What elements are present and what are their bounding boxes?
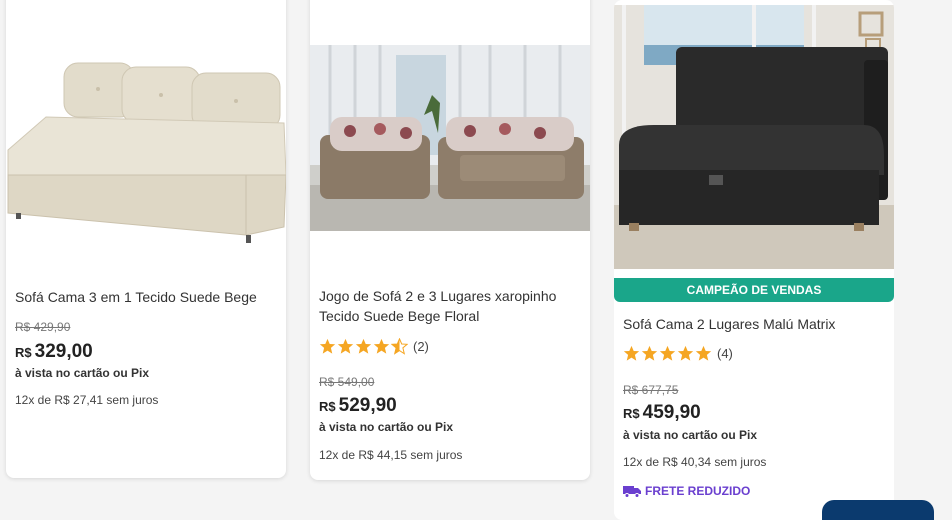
bestseller-badge: CAMPEÃO DE VENDAS	[614, 278, 894, 302]
shipping-label: FRETE REDUZIDO	[645, 484, 751, 498]
old-price: R$ 549,00	[319, 375, 375, 389]
star-icon	[677, 345, 694, 361]
star-icon	[319, 338, 336, 354]
product-title[interactable]: Sofá Cama 2 Lugares Malú Matrix	[623, 314, 884, 334]
old-price: R$ 677,75	[623, 383, 679, 397]
rating-count: (4)	[717, 346, 733, 361]
star-icon	[695, 345, 712, 361]
chat-widget-button[interactable]	[822, 500, 934, 520]
installments: 12x de R$ 27,41 sem juros	[15, 393, 159, 407]
product-card[interactable]: CAMPEÃO DE VENDAS Sofá Cama 2 Lugares Ma…	[614, 0, 894, 520]
price: R$ 459,90	[623, 402, 701, 423]
star-icon	[641, 345, 658, 361]
star-icon	[373, 338, 390, 354]
installments: 12x de R$ 44,15 sem juros	[319, 448, 463, 462]
cash-note: à vista no cartão ou Pix	[15, 366, 150, 380]
rating: (2)	[319, 338, 429, 355]
price: R$ 329,00	[15, 341, 93, 362]
rating-count: (2)	[413, 339, 429, 354]
star-icon	[355, 338, 372, 354]
star-icon	[337, 338, 354, 354]
product-title[interactable]: Sofá Cama 3 em 1 Tecido Suede Bege	[15, 287, 276, 307]
product-card[interactable]: Jogo de Sofá 2 e 3 Lugares xaropinho Tec…	[310, 0, 590, 480]
star-half-icon	[391, 338, 408, 355]
rating: (4)	[623, 345, 733, 362]
cash-note: à vista no cartão ou Pix	[623, 428, 758, 442]
star-icon	[623, 345, 640, 361]
price: R$ 529,90	[319, 395, 397, 416]
product-image[interactable]	[310, 45, 590, 231]
product-image[interactable]	[614, 5, 894, 269]
truck-icon	[623, 485, 641, 498]
product-card[interactable]: Sofá Cama 3 em 1 Tecido Suede Bege R$ 42…	[6, 0, 286, 478]
old-price: R$ 429,90	[15, 320, 71, 334]
installments: 12x de R$ 40,34 sem juros	[623, 455, 767, 469]
product-title[interactable]: Jogo de Sofá 2 e 3 Lugares xaropinho Tec…	[319, 286, 580, 326]
product-image[interactable]	[6, 35, 286, 275]
shipping-tag: FRETE REDUZIDO	[623, 484, 750, 498]
star-icon	[659, 345, 676, 361]
cash-note: à vista no cartão ou Pix	[319, 420, 454, 434]
